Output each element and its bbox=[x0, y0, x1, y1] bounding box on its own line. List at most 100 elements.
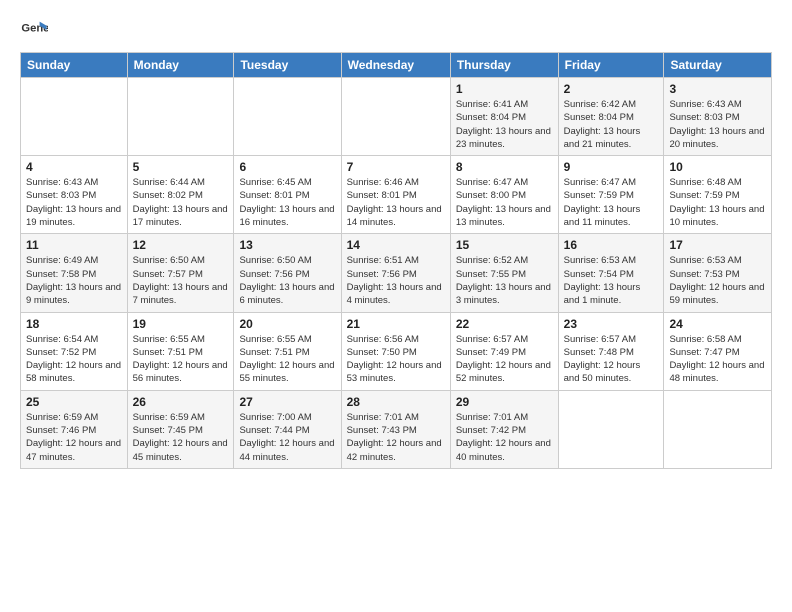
calendar-cell bbox=[341, 78, 450, 156]
day-info: Sunrise: 6:47 AM Sunset: 7:59 PM Dayligh… bbox=[564, 176, 659, 229]
day-info: Sunrise: 6:50 AM Sunset: 7:56 PM Dayligh… bbox=[239, 254, 335, 307]
day-number: 25 bbox=[26, 395, 122, 409]
day-info: Sunrise: 6:55 AM Sunset: 7:51 PM Dayligh… bbox=[239, 333, 335, 386]
day-info: Sunrise: 6:53 AM Sunset: 7:53 PM Dayligh… bbox=[669, 254, 766, 307]
day-number: 1 bbox=[456, 82, 553, 96]
day-info: Sunrise: 6:43 AM Sunset: 8:03 PM Dayligh… bbox=[669, 98, 766, 151]
calendar-cell: 9 Sunrise: 6:47 AM Sunset: 7:59 PM Daylig… bbox=[558, 156, 664, 234]
day-number: 28 bbox=[347, 395, 445, 409]
day-number: 24 bbox=[669, 317, 766, 331]
day-number: 9 bbox=[564, 160, 659, 174]
weekday-header-wednesday: Wednesday bbox=[341, 53, 450, 78]
calendar-cell: 24Sunrise: 6:58 AM Sunset: 7:47 PM Dayli… bbox=[664, 312, 772, 390]
day-number: 22 bbox=[456, 317, 553, 331]
day-info: Sunrise: 6:54 AM Sunset: 7:52 PM Dayligh… bbox=[26, 333, 122, 386]
day-number: 7 bbox=[347, 160, 445, 174]
day-info: Sunrise: 6:52 AM Sunset: 7:55 PM Dayligh… bbox=[456, 254, 553, 307]
week-row-4: 25 Sunrise: 6:59 AM Sunset: 7:46 PM Dayli… bbox=[21, 390, 772, 468]
week-row-2: 11 Sunrise: 6:49 AM Sunset: 7:58 PM Dayli… bbox=[21, 234, 772, 312]
calendar-cell: 17 Sunrise: 6:53 AM Sunset: 7:53 PM Dayli… bbox=[664, 234, 772, 312]
calendar-cell: 23Sunrise: 6:57 AM Sunset: 7:48 PM Dayli… bbox=[558, 312, 664, 390]
calendar-cell bbox=[234, 78, 341, 156]
header: General bbox=[20, 16, 772, 44]
calendar-cell: 4 Sunrise: 6:43 AM Sunset: 8:03 PM Daylig… bbox=[21, 156, 128, 234]
week-row-3: 18 Sunrise: 6:54 AM Sunset: 7:52 PM Dayli… bbox=[21, 312, 772, 390]
day-number: 12 bbox=[133, 238, 229, 252]
day-info: Sunrise: 6:42 AM Sunset: 8:04 PM Dayligh… bbox=[564, 98, 659, 151]
week-row-0: 1 Sunrise: 6:41 AM Sunset: 8:04 PM Daylig… bbox=[21, 78, 772, 156]
day-number: 14 bbox=[347, 238, 445, 252]
day-number: 11 bbox=[26, 238, 122, 252]
day-number: 4 bbox=[26, 160, 122, 174]
day-number: 5 bbox=[133, 160, 229, 174]
day-number: 18 bbox=[26, 317, 122, 331]
day-info: Sunrise: 6:49 AM Sunset: 7:58 PM Dayligh… bbox=[26, 254, 122, 307]
day-info: Sunrise: 6:55 AM Sunset: 7:51 PM Dayligh… bbox=[133, 333, 229, 386]
calendar-cell: 16 Sunrise: 6:53 AM Sunset: 7:54 PM Dayli… bbox=[558, 234, 664, 312]
weekday-header-sunday: Sunday bbox=[21, 53, 128, 78]
calendar-cell: 2 Sunrise: 6:42 AM Sunset: 8:04 PM Daylig… bbox=[558, 78, 664, 156]
calendar-cell: 10 Sunrise: 6:48 AM Sunset: 7:59 PM Dayli… bbox=[664, 156, 772, 234]
calendar-cell: 29Sunrise: 7:01 AM Sunset: 7:42 PM Dayli… bbox=[450, 390, 558, 468]
day-info: Sunrise: 6:50 AM Sunset: 7:57 PM Dayligh… bbox=[133, 254, 229, 307]
day-number: 10 bbox=[669, 160, 766, 174]
day-number: 3 bbox=[669, 82, 766, 96]
calendar-cell: 26 Sunrise: 6:59 AM Sunset: 7:45 PM Dayli… bbox=[127, 390, 234, 468]
day-number: 16 bbox=[564, 238, 659, 252]
calendar-cell bbox=[127, 78, 234, 156]
calendar-cell: 20 Sunrise: 6:55 AM Sunset: 7:51 PM Dayli… bbox=[234, 312, 341, 390]
calendar-cell: 6Sunrise: 6:45 AM Sunset: 8:01 PM Daylig… bbox=[234, 156, 341, 234]
day-info: Sunrise: 6:47 AM Sunset: 8:00 PM Dayligh… bbox=[456, 176, 553, 229]
calendar-cell: 25 Sunrise: 6:59 AM Sunset: 7:46 PM Dayli… bbox=[21, 390, 128, 468]
day-number: 27 bbox=[239, 395, 335, 409]
calendar-cell: 5 Sunrise: 6:44 AM Sunset: 8:02 PM Daylig… bbox=[127, 156, 234, 234]
day-number: 20 bbox=[239, 317, 335, 331]
day-number: 2 bbox=[564, 82, 659, 96]
day-number: 19 bbox=[133, 317, 229, 331]
day-info: Sunrise: 6:44 AM Sunset: 8:02 PM Dayligh… bbox=[133, 176, 229, 229]
day-number: 17 bbox=[669, 238, 766, 252]
day-number: 29 bbox=[456, 395, 553, 409]
calendar-cell bbox=[558, 390, 664, 468]
day-info: Sunrise: 6:48 AM Sunset: 7:59 PM Dayligh… bbox=[669, 176, 766, 229]
weekday-header-monday: Monday bbox=[127, 53, 234, 78]
day-number: 6 bbox=[239, 160, 335, 174]
day-info: Sunrise: 7:01 AM Sunset: 7:43 PM Dayligh… bbox=[347, 411, 445, 464]
calendar-cell: 18 Sunrise: 6:54 AM Sunset: 7:52 PM Dayli… bbox=[21, 312, 128, 390]
calendar-cell: 8 Sunrise: 6:47 AM Sunset: 8:00 PM Daylig… bbox=[450, 156, 558, 234]
calendar-cell: 1 Sunrise: 6:41 AM Sunset: 8:04 PM Daylig… bbox=[450, 78, 558, 156]
day-info: Sunrise: 6:53 AM Sunset: 7:54 PM Dayligh… bbox=[564, 254, 659, 307]
calendar-cell: 19 Sunrise: 6:55 AM Sunset: 7:51 PM Dayli… bbox=[127, 312, 234, 390]
calendar-table: SundayMondayTuesdayWednesdayThursdayFrid… bbox=[20, 52, 772, 469]
day-info: Sunrise: 6:46 AM Sunset: 8:01 PM Dayligh… bbox=[347, 176, 445, 229]
calendar-cell: 28 Sunrise: 7:01 AM Sunset: 7:43 PM Dayli… bbox=[341, 390, 450, 468]
day-info: Sunrise: 6:51 AM Sunset: 7:56 PM Dayligh… bbox=[347, 254, 445, 307]
day-info: Sunrise: 7:00 AM Sunset: 7:44 PM Dayligh… bbox=[239, 411, 335, 464]
calendar-cell: 7 Sunrise: 6:46 AM Sunset: 8:01 PM Daylig… bbox=[341, 156, 450, 234]
day-info: Sunrise: 6:59 AM Sunset: 7:46 PM Dayligh… bbox=[26, 411, 122, 464]
calendar-cell: 27 Sunrise: 7:00 AM Sunset: 7:44 PM Dayli… bbox=[234, 390, 341, 468]
calendar-cell: 13 Sunrise: 6:50 AM Sunset: 7:56 PM Dayli… bbox=[234, 234, 341, 312]
day-info: Sunrise: 6:56 AM Sunset: 7:50 PM Dayligh… bbox=[347, 333, 445, 386]
calendar-cell: 3 Sunrise: 6:43 AM Sunset: 8:03 PM Daylig… bbox=[664, 78, 772, 156]
day-info: Sunrise: 6:57 AM Sunset: 7:48 PM Dayligh… bbox=[564, 333, 659, 386]
weekday-header-row: SundayMondayTuesdayWednesdayThursdayFrid… bbox=[21, 53, 772, 78]
day-info: Sunrise: 6:59 AM Sunset: 7:45 PM Dayligh… bbox=[133, 411, 229, 464]
calendar-cell: 21Sunrise: 6:56 AM Sunset: 7:50 PM Dayli… bbox=[341, 312, 450, 390]
logo-icon: General bbox=[20, 16, 48, 44]
calendar-cell: 22 Sunrise: 6:57 AM Sunset: 7:49 PM Dayli… bbox=[450, 312, 558, 390]
day-number: 13 bbox=[239, 238, 335, 252]
day-info: Sunrise: 6:43 AM Sunset: 8:03 PM Dayligh… bbox=[26, 176, 122, 229]
day-number: 8 bbox=[456, 160, 553, 174]
weekday-header-friday: Friday bbox=[558, 53, 664, 78]
calendar-cell: 14 Sunrise: 6:51 AM Sunset: 7:56 PM Dayli… bbox=[341, 234, 450, 312]
day-info: Sunrise: 6:57 AM Sunset: 7:49 PM Dayligh… bbox=[456, 333, 553, 386]
calendar-cell: 11 Sunrise: 6:49 AM Sunset: 7:58 PM Dayli… bbox=[21, 234, 128, 312]
day-number: 15 bbox=[456, 238, 553, 252]
calendar-cell bbox=[664, 390, 772, 468]
day-info: Sunrise: 6:41 AM Sunset: 8:04 PM Dayligh… bbox=[456, 98, 553, 151]
weekday-header-tuesday: Tuesday bbox=[234, 53, 341, 78]
calendar-cell: 15 Sunrise: 6:52 AM Sunset: 7:55 PM Dayli… bbox=[450, 234, 558, 312]
day-number: 26 bbox=[133, 395, 229, 409]
logo: General bbox=[20, 16, 52, 44]
